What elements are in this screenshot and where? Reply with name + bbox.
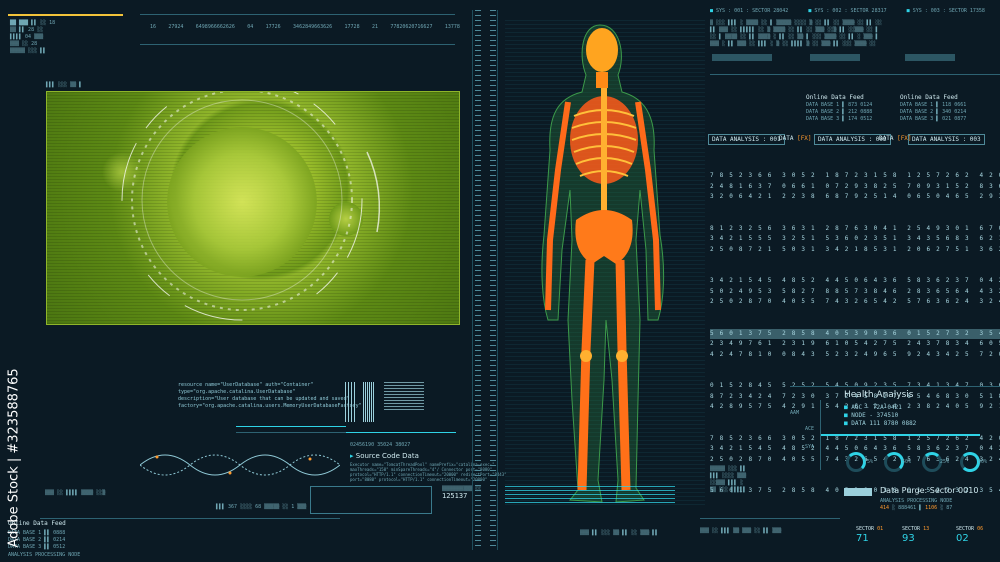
sector-readout-1: SECTOR 01 71 bbox=[856, 526, 884, 544]
barcode bbox=[384, 382, 424, 410]
gauge-90 bbox=[960, 452, 980, 472]
header-left-small: ▒▒▒▒▒ ░░░ ▌▌ bbox=[10, 48, 47, 54]
divider bbox=[40, 518, 340, 519]
left-bottom-blocks: ▒▒▒ ░░ ▌▌▌▌ ▒▒▒▒ ░░▒ bbox=[45, 490, 106, 496]
tab-data-analysis-003[interactable]: DATA ANALYSIS : 003 bbox=[908, 134, 985, 145]
data-purge-title: Data Purge: Sector 0010 bbox=[880, 486, 979, 495]
health-rows: ■ AGC - T2A 0421 ■ NODE - 374510 ■ DATA … bbox=[844, 404, 917, 427]
sector-block bbox=[712, 54, 772, 61]
wave-graph-icon bbox=[140, 454, 340, 476]
gauge-50 bbox=[884, 452, 904, 472]
gauge-value: 50% bbox=[902, 459, 912, 465]
header-number-row: 16 27924 6498966662626 04 17726 34628496636… bbox=[150, 24, 460, 30]
virus-visual-panel bbox=[46, 91, 460, 325]
gauge-value: 90% bbox=[978, 459, 988, 465]
bottom-center-blocks: ▒▒▒ ▌▌ ░░░ ▒▒ ▌▌ ░░ ▒▒▒ ▌▌ bbox=[580, 530, 659, 536]
bottom-mid-blocks: ▒▒▒ ░░ ▌▌▌ ▒▒ ▒▒▒ ░░ ▌▌ ▒▒▒ bbox=[700, 528, 782, 534]
online-feed-1: Online Data Feed DATA BASE 1 ▌ 873 0124 … bbox=[806, 94, 873, 122]
left-feed-sub: ANALYSIS PROCESSING NODE bbox=[8, 552, 81, 558]
data-purge-values: 414 ░ 888461 ▌ 1106 ░ 87 bbox=[880, 505, 953, 511]
gauge-value: 75% bbox=[864, 459, 874, 465]
sector-readout-3: SECTOR 06 02 bbox=[956, 526, 984, 544]
sector-header-1: ■ SYS : 001 : SECTOR 28042 bbox=[710, 8, 789, 14]
scan-reticle-icon bbox=[121, 92, 381, 321]
code-line bbox=[236, 432, 346, 433]
ruler-left bbox=[472, 10, 473, 550]
sector-readout-2: SECTOR 13 93 bbox=[902, 526, 930, 544]
code-line bbox=[236, 426, 346, 427]
code-mini-box bbox=[310, 486, 432, 514]
divider bbox=[790, 386, 1000, 387]
sector-header-3: ■ SYS : 003 : SECTOR 17358 bbox=[906, 8, 985, 14]
online-feed-2: Online Data Feed DATA BASE 1 ▌ 118 0661 … bbox=[900, 94, 967, 122]
health-analysis-title: Health Analysis bbox=[844, 390, 914, 400]
ruler-ticks bbox=[475, 10, 481, 550]
health-axis-line bbox=[820, 400, 821, 470]
code-line bbox=[346, 432, 456, 433]
data-purge-sub: ANALYSIS PROCESSING NODE bbox=[880, 498, 953, 504]
health-axis-3: SYA bbox=[805, 444, 815, 450]
gauge-75 bbox=[846, 452, 866, 472]
sector-block bbox=[905, 54, 955, 61]
tab-data[interactable]: DATA [FX] bbox=[776, 134, 815, 143]
gauge-25 bbox=[922, 452, 942, 472]
divider bbox=[700, 518, 840, 519]
header-accent-bar bbox=[8, 14, 123, 16]
skeleton-body-icon bbox=[541, 24, 665, 503]
sector-headers: ■ SYS : 001 : SECTOR 28042 ■ SYS : 002 :… bbox=[710, 8, 995, 15]
scan-platform bbox=[505, 483, 675, 503]
source-code-title: ▸ Source Code Data bbox=[350, 452, 419, 460]
health-axis-1: AAM bbox=[790, 410, 800, 416]
barcode bbox=[363, 382, 375, 422]
divider bbox=[710, 74, 1000, 75]
sector-header-2: ■ SYS : 002 : SECTOR 28317 bbox=[808, 8, 887, 14]
code-row: ▌▌▌ 367 ░░░░ 68 ▒▒▒▒▒ ░░ 1 ▒▒▒ bbox=[216, 504, 307, 510]
header-left-block: ██ ███ ▌▌ ░░ 18 ▒▒ ▌▌ 28 ░░ ▌▌▌▌ 04 ▒▒▒ ▒▒▒… bbox=[10, 20, 56, 47]
header-line-2 bbox=[140, 44, 455, 45]
virus-panel-caption: ▌▌▌ ░░░ ▒▒ ▌ bbox=[46, 82, 83, 88]
mid-data-block: ▒▒▒▒▒ ░░░ ▌▌ ▌▌▌ ░░░░ ▒▒▒ ░░▒▒▒ ▌▌▌ ░ ▒▒ ░░… bbox=[710, 466, 747, 493]
ruler-ticks bbox=[490, 10, 496, 550]
ruler-right bbox=[497, 10, 498, 550]
header-line bbox=[140, 14, 455, 15]
sector-data-block: ▒ ░░░ ▌▌▌ ░ ▒▒▒▒ ░░ ▌ ▒▒▒▒▒ ░░░░ ▒ ░░ ▌▌… bbox=[710, 20, 882, 47]
health-axis-2: ACE bbox=[805, 426, 815, 432]
barcode bbox=[345, 382, 357, 422]
side-watermark: Adobe Stock | #323588765 bbox=[6, 368, 22, 548]
code-block: resource name="UserDatabase" auth="Conta… bbox=[178, 382, 362, 409]
gauge-value: 25% bbox=[940, 459, 950, 465]
purge-indicator bbox=[844, 488, 872, 496]
sector-block bbox=[810, 54, 860, 61]
code-numbers: 02456190 35024 38027 bbox=[350, 442, 411, 448]
tab-data-analysis-001[interactable]: DATA ANALYSIS : 001 bbox=[708, 134, 785, 145]
source-code-text: Executor name="TomcatThreadPool" namePre… bbox=[350, 462, 507, 482]
health-bar bbox=[820, 434, 980, 436]
